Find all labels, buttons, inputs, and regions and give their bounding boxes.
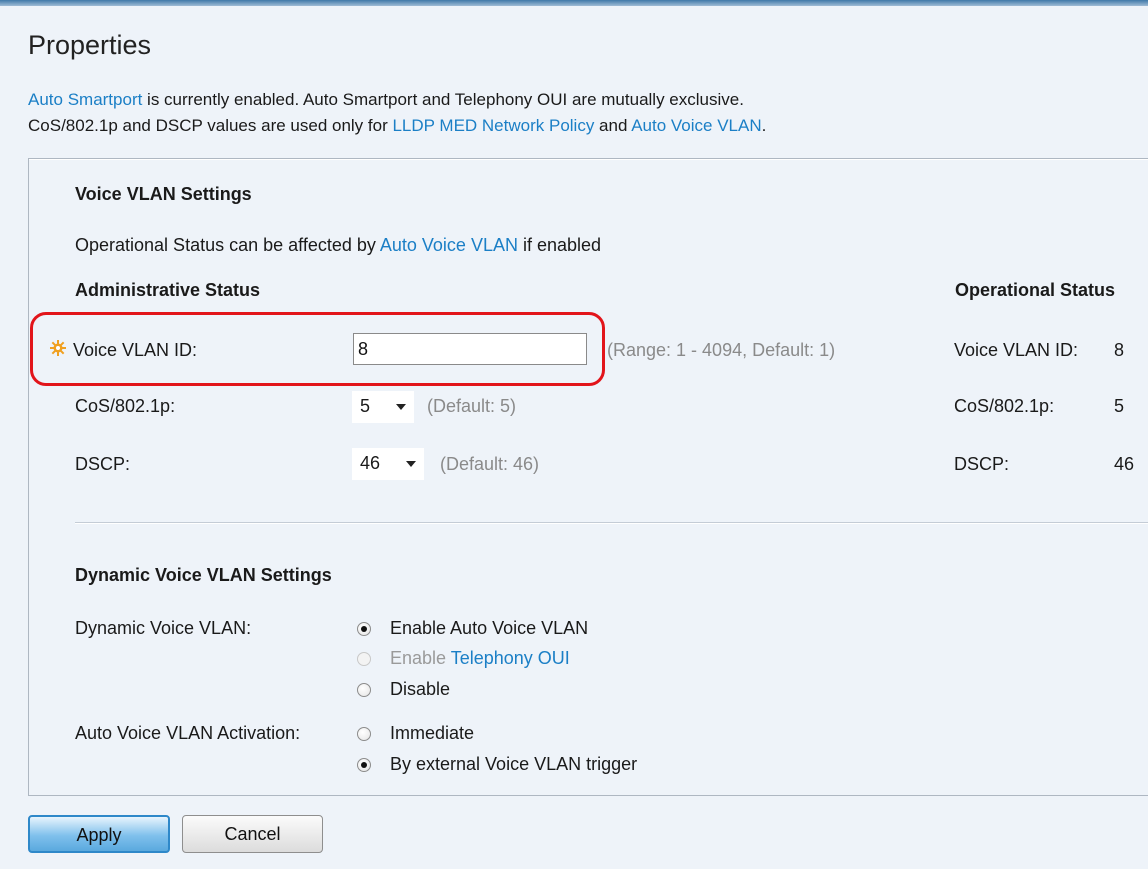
cos-label: CoS/802.1p: xyxy=(75,396,176,416)
cos-select[interactable]: 5 xyxy=(352,391,414,423)
telephony-oui-pre: Enable xyxy=(390,648,451,668)
radio-external-trigger[interactable] xyxy=(357,758,371,772)
oper-cos-value: 5 xyxy=(1114,396,1125,416)
disable-label: Disable xyxy=(390,679,451,699)
section-divider xyxy=(75,522,1148,524)
page-title: Properties xyxy=(28,30,152,60)
smartport-info-text: is currently enabled. Auto Smartport and… xyxy=(142,90,744,109)
dynamic-voice-vlan-heading: Dynamic Voice VLAN Settings xyxy=(75,565,332,585)
enable-auto-voice-vlan-label: Enable Auto Voice VLAN xyxy=(390,618,589,638)
dscp-select[interactable]: 46 xyxy=(352,448,424,480)
radio-enable-auto-voice-vlan[interactable] xyxy=(357,622,371,636)
administrative-status-heading: Administrative Status xyxy=(75,280,261,300)
apply-button[interactable]: Apply xyxy=(28,815,170,853)
dscp-selected-value: 46 xyxy=(360,453,381,473)
cos-selected-value: 5 xyxy=(360,396,371,416)
note-auto-voice-vlan-link[interactable]: Auto Voice VLAN xyxy=(380,235,518,255)
auto-smartport-link[interactable]: Auto Smartport xyxy=(28,90,142,109)
external-trigger-label: By external Voice VLAN trigger xyxy=(390,754,638,774)
dynamic-voice-vlan-label: Dynamic Voice VLAN: xyxy=(75,618,252,638)
note-post: if enabled xyxy=(517,235,602,255)
oper-vlan-id-value: 8 xyxy=(1114,340,1125,360)
dscp-label: DSCP: xyxy=(75,454,131,474)
chevron-down-icon xyxy=(406,461,416,467)
oper-vlan-id-label: Voice VLAN ID: xyxy=(954,340,1079,360)
cos-info-post: . xyxy=(761,116,767,135)
voice-vlan-settings-heading: Voice VLAN Settings xyxy=(75,184,252,204)
cos-hint: (Default: 5) xyxy=(427,396,517,416)
cos-dscp-info-line: CoS/802.1p and DSCP values are used only… xyxy=(28,116,766,136)
auto-voice-vlan-link[interactable]: Auto Voice VLAN xyxy=(631,116,761,135)
voice-vlan-id-highlight xyxy=(30,312,605,386)
oper-dscp-label: DSCP: xyxy=(954,454,1010,474)
voice-vlan-id-hint: (Range: 1 - 4094, Default: 1) xyxy=(607,340,836,360)
telephony-oui-link[interactable]: Telephony OUI xyxy=(451,648,570,668)
chevron-down-icon xyxy=(396,404,406,410)
lldp-med-network-policy-link[interactable]: LLDP MED Network Policy xyxy=(392,116,594,135)
smartport-info-line: Auto Smartport is currently enabled. Aut… xyxy=(28,90,744,110)
radio-enable-telephony-oui[interactable] xyxy=(357,652,371,666)
operational-status-heading: Operational Status xyxy=(955,280,1116,300)
immediate-label: Immediate xyxy=(390,723,475,743)
auto-voice-vlan-activation-label: Auto Voice VLAN Activation: xyxy=(75,723,301,743)
cancel-button[interactable]: Cancel xyxy=(182,815,323,853)
operational-status-note: Operational Status can be affected by Au… xyxy=(75,235,601,256)
oper-dscp-value: 46 xyxy=(1114,454,1135,474)
cos-info-pre: CoS/802.1p and DSCP values are used only… xyxy=(28,116,393,135)
radio-immediate[interactable] xyxy=(357,727,371,741)
dscp-hint: (Default: 46) xyxy=(440,454,540,474)
note-pre: Operational Status can be affected by xyxy=(75,235,380,255)
radio-disable[interactable] xyxy=(357,683,371,697)
enable-telephony-oui-label: Enable Telephony OUI xyxy=(390,648,570,669)
cos-info-mid: and xyxy=(594,116,632,135)
top-accent-bar xyxy=(0,0,1148,6)
oper-cos-label: CoS/802.1p: xyxy=(954,396,1055,416)
